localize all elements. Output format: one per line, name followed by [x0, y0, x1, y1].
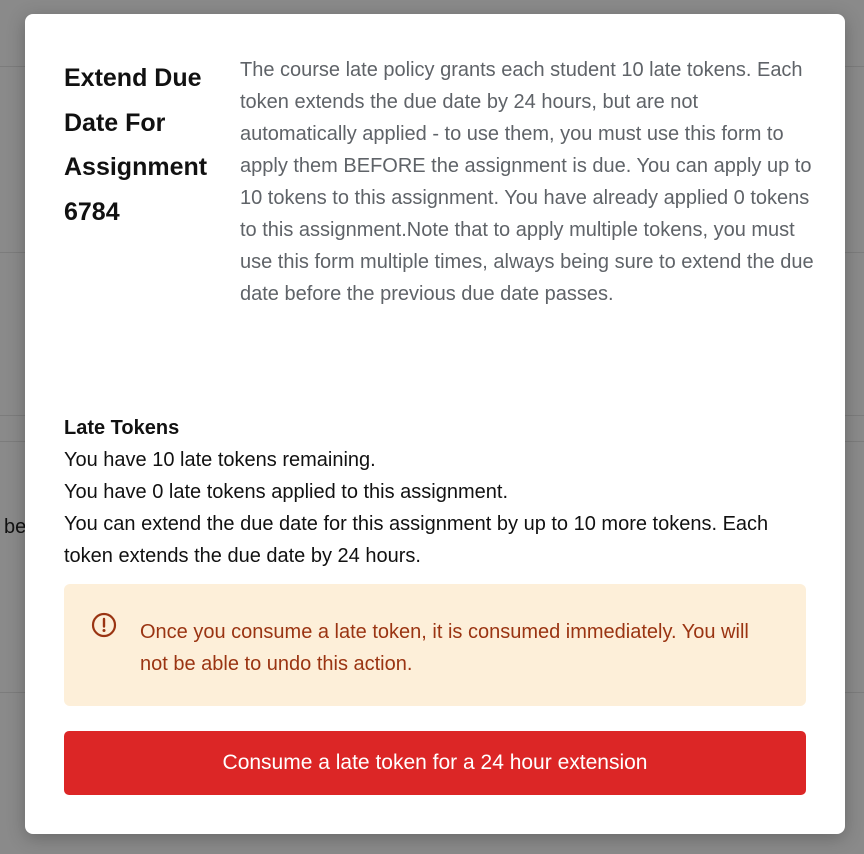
- consume-late-token-button[interactable]: Consume a late token for a 24 hour exten…: [64, 731, 806, 795]
- dialog-title: Extend Due Date For Assignment 6784: [64, 64, 208, 226]
- tokens-extend-text: You can extend the due date for this ass…: [64, 513, 769, 567]
- warning-callout: Once you consume a late token, it is con…: [64, 584, 806, 706]
- late-tokens-heading: Late Tokens: [64, 417, 180, 439]
- tokens-remaining-text: You have 10 late tokens remaining.: [64, 449, 376, 471]
- late-policy-description: The course late policy grants each stude…: [240, 59, 814, 305]
- tokens-applied-text: You have 0 late tokens applied to this a…: [64, 481, 509, 503]
- extend-due-date-dialog: Extend Due Date For Assignment 6784 The …: [25, 14, 845, 834]
- alert-circle-icon: [91, 612, 117, 638]
- warning-text: Once you consume a late token, it is con…: [140, 621, 749, 675]
